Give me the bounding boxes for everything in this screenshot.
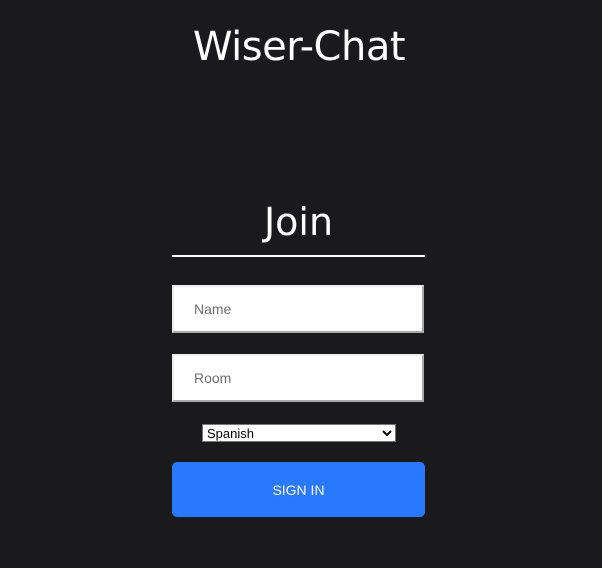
- name-input[interactable]: [172, 285, 424, 333]
- sign-in-button[interactable]: SIGN IN: [172, 462, 425, 517]
- join-form: Join Spanish SIGN IN: [172, 196, 425, 517]
- app-title: Wiser-Chat: [192, 24, 406, 70]
- language-select[interactable]: Spanish: [202, 424, 396, 442]
- join-page: Wiser-Chat Join Spanish SIGN IN: [0, 0, 602, 568]
- room-input[interactable]: [172, 354, 424, 402]
- join-heading: Join: [172, 196, 425, 257]
